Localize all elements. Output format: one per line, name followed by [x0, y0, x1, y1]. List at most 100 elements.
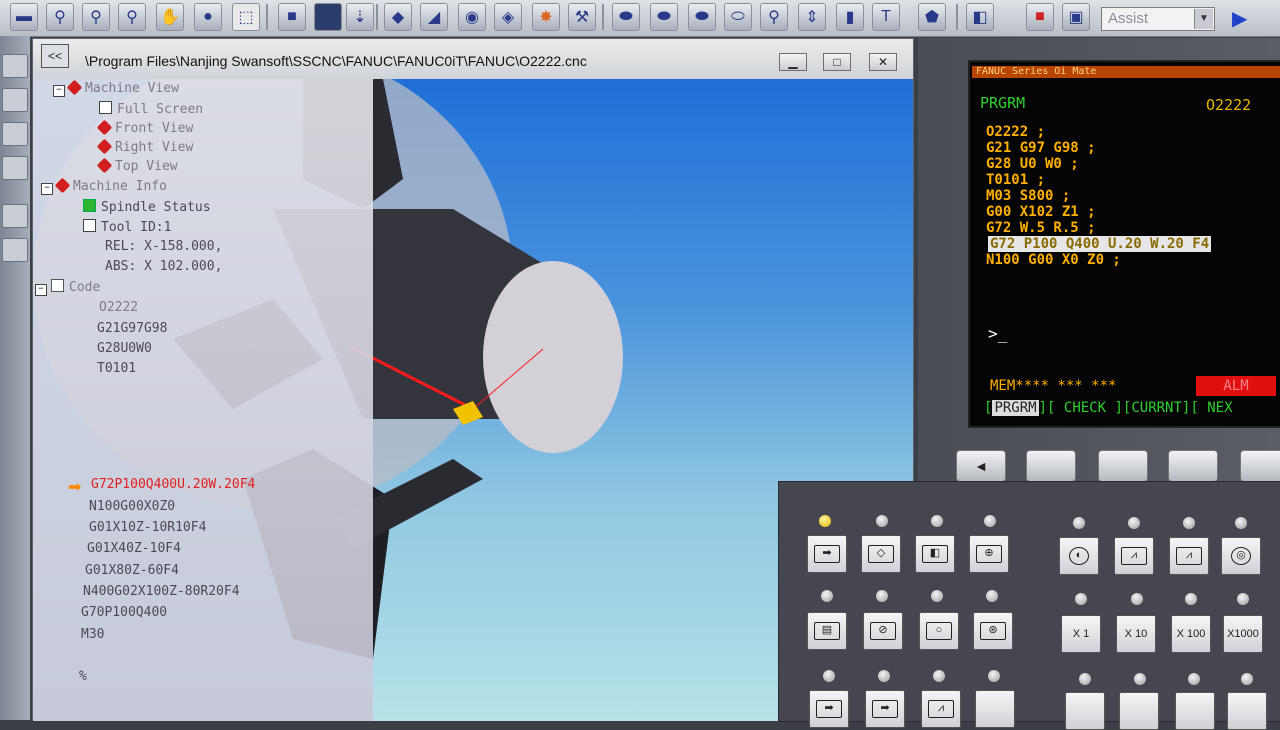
collapse-panel-button[interactable]: <<	[41, 44, 69, 68]
file-down-icon[interactable]: ⇣	[346, 3, 374, 31]
tree-code-line[interactable]: T0101	[97, 361, 136, 376]
feed-hold-icon[interactable]: ⩘	[921, 690, 961, 728]
tool-bar-icon[interactable]: ▮	[836, 3, 864, 31]
zoom-out-icon[interactable]: ⚲	[82, 3, 110, 31]
zoom-fit-icon[interactable]: ⚲	[118, 3, 146, 31]
coolant-icon[interactable]: ◈	[494, 3, 522, 31]
measure-icon[interactable]: ⇕	[798, 3, 826, 31]
handwheel-mode-icon[interactable]: ◎	[1221, 537, 1261, 575]
tree-code-line-active[interactable]: G72P100Q400U.20W.20F4	[91, 477, 255, 492]
keypad-button[interactable]	[1227, 692, 1267, 730]
selection-box-icon[interactable]: ⬚	[232, 3, 260, 31]
machine-lock-icon[interactable]: ➡	[809, 690, 849, 728]
workpiece-icon[interactable]: ◆	[384, 3, 412, 31]
collapse-node-icon[interactable]: −	[41, 183, 53, 195]
minimize-button[interactable]: ▁	[779, 53, 807, 71]
tree-item-spindle-status[interactable]: Spindle Status	[83, 199, 211, 215]
maximize-button[interactable]: □	[823, 53, 851, 71]
spark-icon[interactable]: ✸	[532, 3, 560, 31]
side-tool-button[interactable]	[2, 54, 28, 78]
tree-item-tool-id[interactable]: Tool ID:1	[83, 219, 171, 235]
tool-view-icon[interactable]: ⬬	[650, 3, 678, 31]
side-tool-button[interactable]	[2, 156, 28, 180]
tree-code-line[interactable]: G01X80Z-60F4	[85, 563, 179, 578]
pan-hand-icon[interactable]: ✋	[156, 3, 184, 31]
tree-item-front-view[interactable]: Front View	[96, 119, 193, 136]
tree-item-top-view[interactable]: Top View	[96, 157, 178, 174]
dnc-mode-icon[interactable]: ⊕	[969, 535, 1009, 573]
keypad-button[interactable]	[1119, 692, 1159, 730]
softkey-button[interactable]	[1026, 450, 1076, 482]
record-icon[interactable]: ◧	[966, 3, 994, 31]
zoom-in-icon[interactable]: ⚲	[46, 3, 74, 31]
tree-code-line[interactable]: G21G97G98	[97, 321, 167, 336]
softkey-button[interactable]	[1168, 450, 1218, 482]
softkey-button[interactable]	[1240, 450, 1280, 482]
reference-mode-icon[interactable]: ◐	[1059, 537, 1099, 575]
dry-run-icon[interactable]: ➡	[865, 690, 905, 728]
tree-code-line[interactable]: G28U0W0	[97, 341, 152, 356]
open-icon[interactable]: ▬	[10, 3, 38, 31]
edit-mode-icon[interactable]: ◇	[861, 535, 901, 573]
block-skip-icon[interactable]: ⊘	[863, 612, 903, 650]
faucet-icon[interactable]: ⚒	[568, 3, 596, 31]
tree-code-line[interactable]: M30	[81, 627, 104, 642]
tree-item-machine-info[interactable]: − Machine Info	[41, 177, 167, 195]
tool-capsule-icon[interactable]: ⬬	[612, 3, 640, 31]
inc-jog-mode-icon[interactable]: ⩘	[1169, 537, 1209, 575]
tool-display-icon[interactable]: ⬬	[688, 3, 716, 31]
keypad-button[interactable]	[1175, 692, 1215, 730]
tree-code-line[interactable]: O2222	[99, 300, 138, 315]
keypad-button[interactable]	[1065, 692, 1105, 730]
play-icon[interactable]: ▶	[1232, 7, 1258, 31]
step-x1-button[interactable]: X 1	[1061, 615, 1101, 653]
display-mode-icon[interactable]	[314, 3, 342, 31]
tree-code-line[interactable]: N400G02X100Z-80R20F4	[83, 584, 240, 599]
softkey-check[interactable]: CHECK	[1064, 400, 1106, 416]
rotate-globe-icon[interactable]: ●	[194, 3, 222, 31]
t-tool-icon[interactable]: T	[872, 3, 900, 31]
tool-holder-icon[interactable]: ⚲	[760, 3, 788, 31]
step-x1000-button[interactable]: X1000	[1223, 615, 1263, 653]
tree-item-full-screen[interactable]: Full Screen	[99, 101, 203, 117]
side-tool-button[interactable]	[2, 238, 28, 262]
jog-mode-icon[interactable]: ⩘	[1114, 537, 1154, 575]
tree-item-machine-view[interactable]: − Machine View	[53, 79, 179, 97]
close-button[interactable]: ✕	[869, 53, 897, 71]
optional-stop-icon[interactable]: ○	[919, 612, 959, 650]
tree-code-line[interactable]: G01X40Z-10F4	[87, 541, 181, 556]
single-block-icon[interactable]: ▤	[807, 612, 847, 650]
tool-path-icon[interactable]: ⬭	[724, 3, 752, 31]
cutter-icon[interactable]: ◢	[420, 3, 448, 31]
blue-square-icon[interactable]: ■	[278, 3, 306, 31]
window-icon[interactable]: ▣	[1062, 3, 1090, 31]
softkey-left-button[interactable]: ◄	[956, 450, 1006, 482]
step-x10-button[interactable]: X 10	[1116, 615, 1156, 653]
softkey-button[interactable]	[1098, 450, 1148, 482]
side-tool-button[interactable]	[2, 122, 28, 146]
softkey-next[interactable]: NEX	[1207, 400, 1232, 416]
side-tool-button[interactable]	[2, 204, 28, 228]
tree-code-line[interactable]: N100G00X0Z0	[89, 499, 175, 514]
mdi-mode-icon[interactable]: ◧	[915, 535, 955, 573]
chevron-down-icon[interactable]: ▼	[1194, 9, 1213, 29]
input-prompt[interactable]: >_	[988, 324, 1007, 343]
tree-item-code[interactable]: − Code	[35, 279, 100, 296]
manual-program-icon[interactable]: ⊛	[973, 612, 1013, 650]
tree-code-line[interactable]: G70P100Q400	[81, 605, 167, 620]
shield-icon[interactable]: ⬟	[918, 3, 946, 31]
tree-code-line[interactable]: G01X10Z-10R10F4	[89, 520, 206, 535]
auto-mode-icon[interactable]: ➡	[807, 535, 847, 573]
softkey-currnt[interactable]: CURRNT	[1131, 400, 1182, 416]
step-x100-button[interactable]: X 100	[1171, 615, 1211, 653]
keypad-button[interactable]	[975, 690, 1015, 728]
save-icon[interactable]: ■	[1026, 3, 1054, 31]
camera-icon[interactable]: ◉	[458, 3, 486, 31]
softkey-prgrm[interactable]: PRGRM	[992, 400, 1039, 416]
tree-item-right-view[interactable]: Right View	[96, 138, 193, 155]
collapse-node-icon[interactable]: −	[35, 284, 47, 296]
assist-dropdown[interactable]: Assist ▼	[1101, 7, 1215, 31]
collapse-node-icon[interactable]: −	[53, 85, 65, 97]
side-tool-button[interactable]	[2, 88, 28, 112]
tree-code-line[interactable]: %	[79, 669, 87, 684]
